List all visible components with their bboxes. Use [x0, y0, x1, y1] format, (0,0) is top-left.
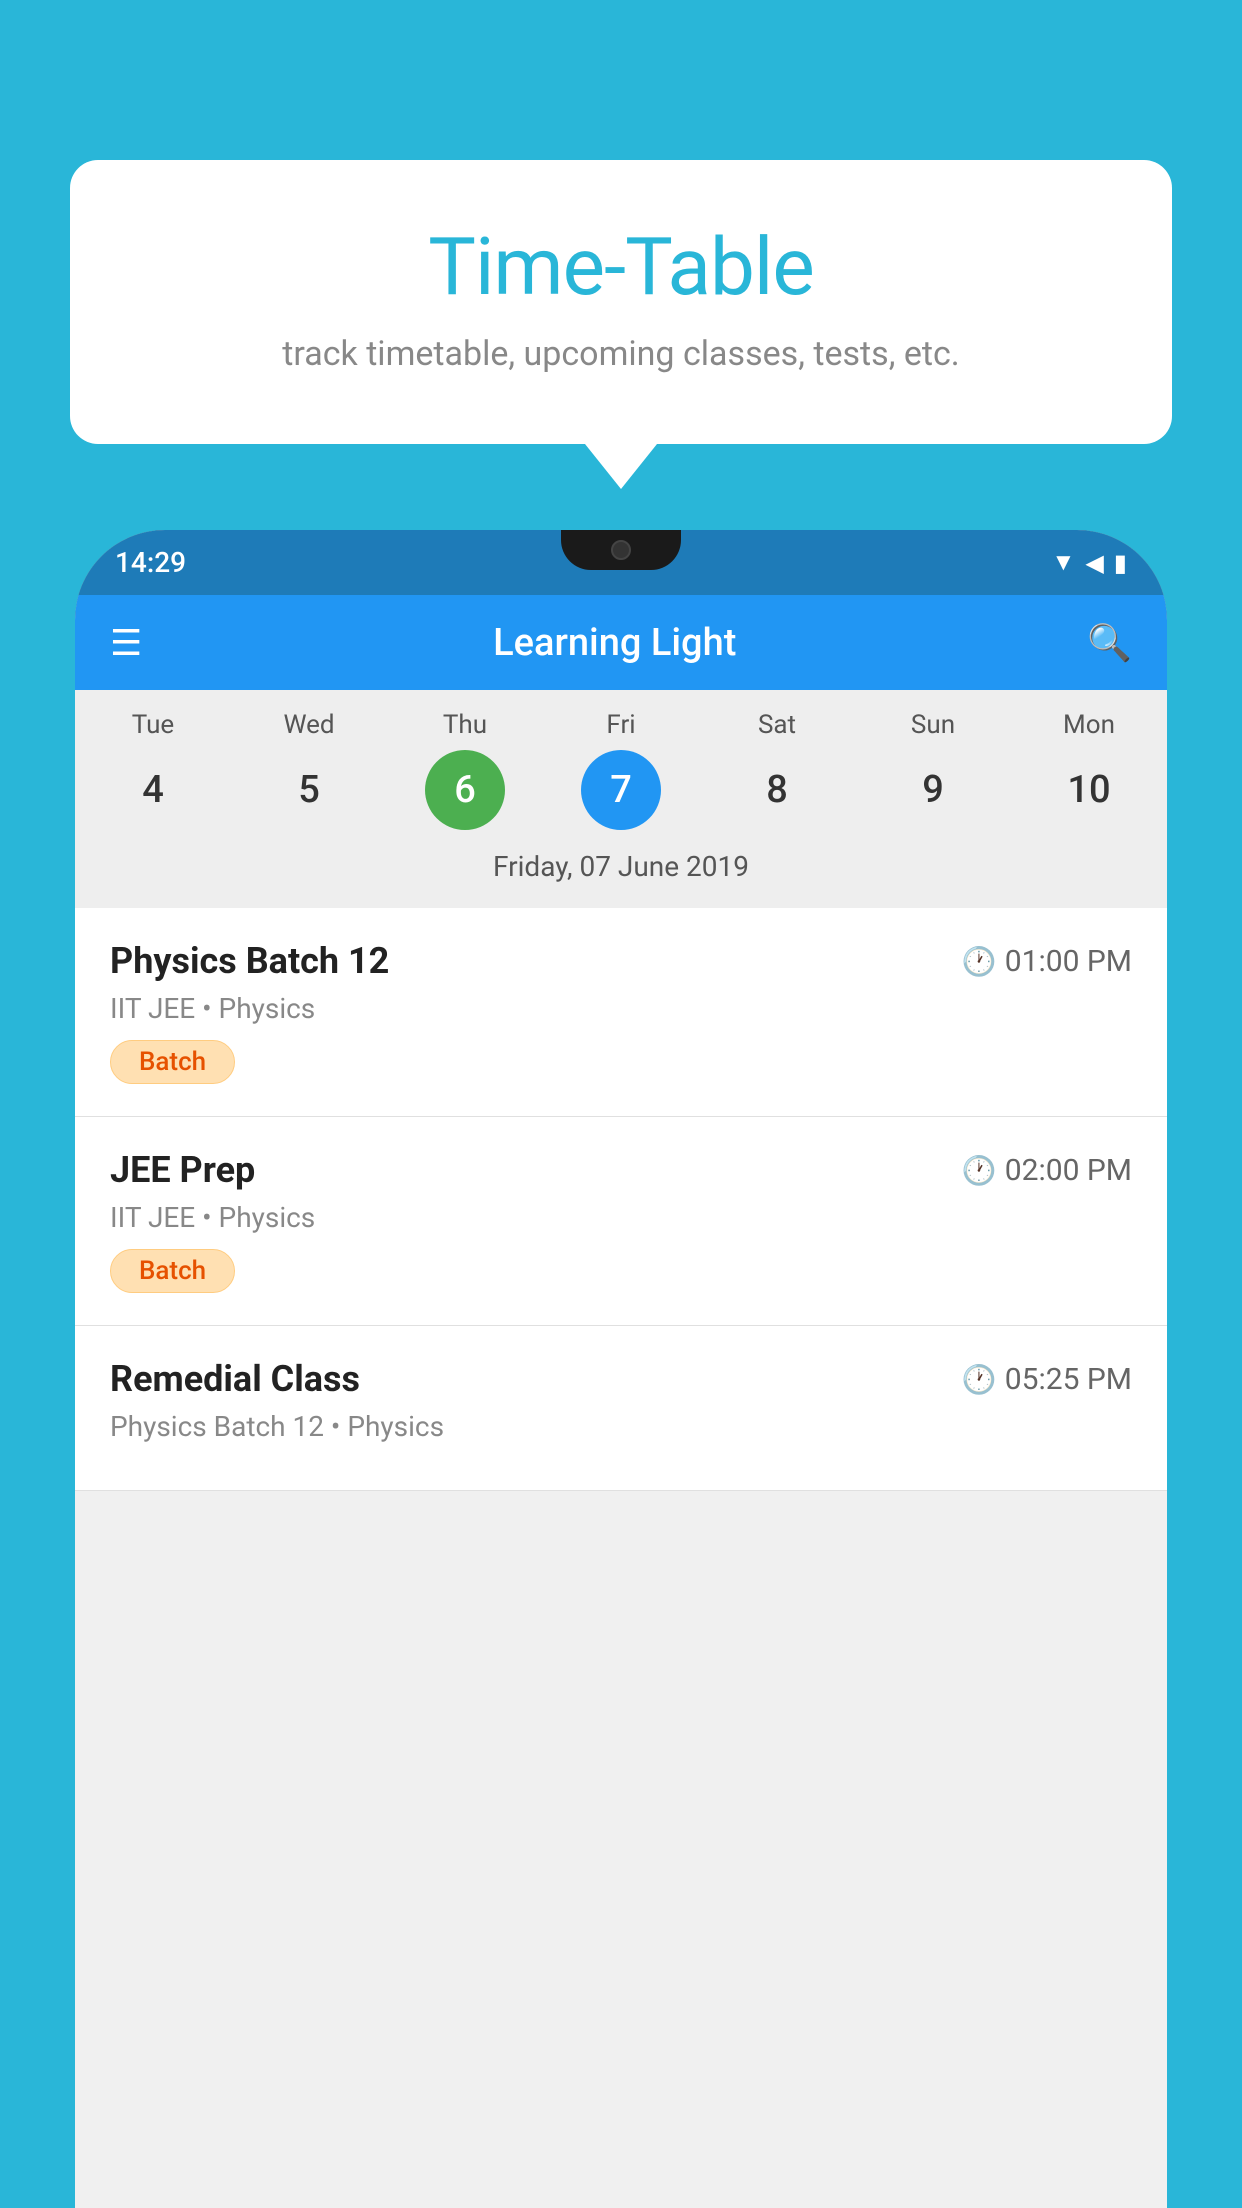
item-1-time: 🕐 01:00 PM — [962, 944, 1132, 979]
item-2-badge: Batch — [110, 1249, 235, 1293]
camera — [611, 540, 631, 560]
item-2-title: JEE Prep — [110, 1149, 255, 1191]
item-3-header: Remedial Class 🕐 05:25 PM — [110, 1358, 1132, 1400]
phone-inner: 14:29 ▼ ◀ ▮ ☰ Learning Light 🔍 Tue Wed T… — [75, 530, 1167, 2208]
day-tue: Tue — [83, 710, 223, 740]
date-10[interactable]: 10 — [1049, 750, 1129, 830]
menu-icon[interactable]: ☰ — [110, 622, 142, 664]
status-time: 14:29 — [115, 546, 186, 579]
battery-icon: ▮ — [1114, 549, 1127, 577]
app-top-bar: ☰ Learning Light 🔍 — [75, 595, 1167, 690]
day-thu: Thu — [395, 710, 535, 740]
item-1-badge: Batch — [110, 1040, 235, 1084]
signal-icon: ◀ — [1085, 549, 1103, 577]
date-6-today[interactable]: 6 — [425, 750, 505, 830]
app-title: Learning Light — [493, 621, 736, 665]
calendar-strip: Tue Wed Thu Fri Sat Sun Mon 4 5 6 7 8 9 … — [75, 690, 1167, 908]
item-3-time: 🕐 05:25 PM — [962, 1362, 1132, 1397]
date-8[interactable]: 8 — [737, 750, 817, 830]
notch — [561, 530, 681, 570]
tooltip-subtitle: track timetable, upcoming classes, tests… — [120, 334, 1122, 374]
clock-icon-3: 🕐 — [962, 1363, 997, 1396]
day-fri: Fri — [551, 710, 691, 740]
item-1-subtitle: IIT JEE • Physics — [110, 992, 1132, 1025]
day-sat: Sat — [707, 710, 847, 740]
schedule-item-2[interactable]: JEE Prep 🕐 02:00 PM IIT JEE • Physics Ba… — [75, 1117, 1167, 1326]
date-7-selected[interactable]: 7 — [581, 750, 661, 830]
search-icon[interactable]: 🔍 — [1087, 622, 1132, 664]
clock-icon-1: 🕐 — [962, 945, 997, 978]
status-bar: 14:29 ▼ ◀ ▮ — [75, 530, 1167, 595]
status-icons: ▼ ◀ ▮ — [1052, 548, 1127, 577]
wifi-icon: ▼ — [1052, 548, 1076, 577]
day-numbers: 4 5 6 7 8 9 10 — [75, 750, 1167, 830]
phone-frame: 14:29 ▼ ◀ ▮ ☰ Learning Light 🔍 Tue Wed T… — [75, 530, 1167, 2208]
day-sun: Sun — [863, 710, 1003, 740]
item-3-subtitle: Physics Batch 12 • Physics — [110, 1410, 1132, 1443]
day-mon: Mon — [1019, 710, 1159, 740]
clock-icon-2: 🕐 — [962, 1154, 997, 1187]
item-1-header: Physics Batch 12 🕐 01:00 PM — [110, 940, 1132, 982]
date-9[interactable]: 9 — [893, 750, 973, 830]
day-headers: Tue Wed Thu Fri Sat Sun Mon — [75, 710, 1167, 740]
item-1-title: Physics Batch 12 — [110, 940, 389, 982]
tooltip-title: Time-Table — [120, 220, 1122, 314]
item-2-subtitle: IIT JEE • Physics — [110, 1201, 1132, 1234]
schedule-list: Physics Batch 12 🕐 01:00 PM IIT JEE • Ph… — [75, 908, 1167, 1491]
date-4[interactable]: 4 — [113, 750, 193, 830]
item-2-time: 🕐 02:00 PM — [962, 1153, 1132, 1188]
item-2-header: JEE Prep 🕐 02:00 PM — [110, 1149, 1132, 1191]
schedule-item-3[interactable]: Remedial Class 🕐 05:25 PM Physics Batch … — [75, 1326, 1167, 1491]
tooltip-card: Time-Table track timetable, upcoming cla… — [70, 160, 1172, 444]
selected-date-label: Friday, 07 June 2019 — [75, 845, 1167, 898]
date-5[interactable]: 5 — [269, 750, 349, 830]
item-3-title: Remedial Class — [110, 1358, 360, 1400]
schedule-item-1[interactable]: Physics Batch 12 🕐 01:00 PM IIT JEE • Ph… — [75, 908, 1167, 1117]
day-wed: Wed — [239, 710, 379, 740]
